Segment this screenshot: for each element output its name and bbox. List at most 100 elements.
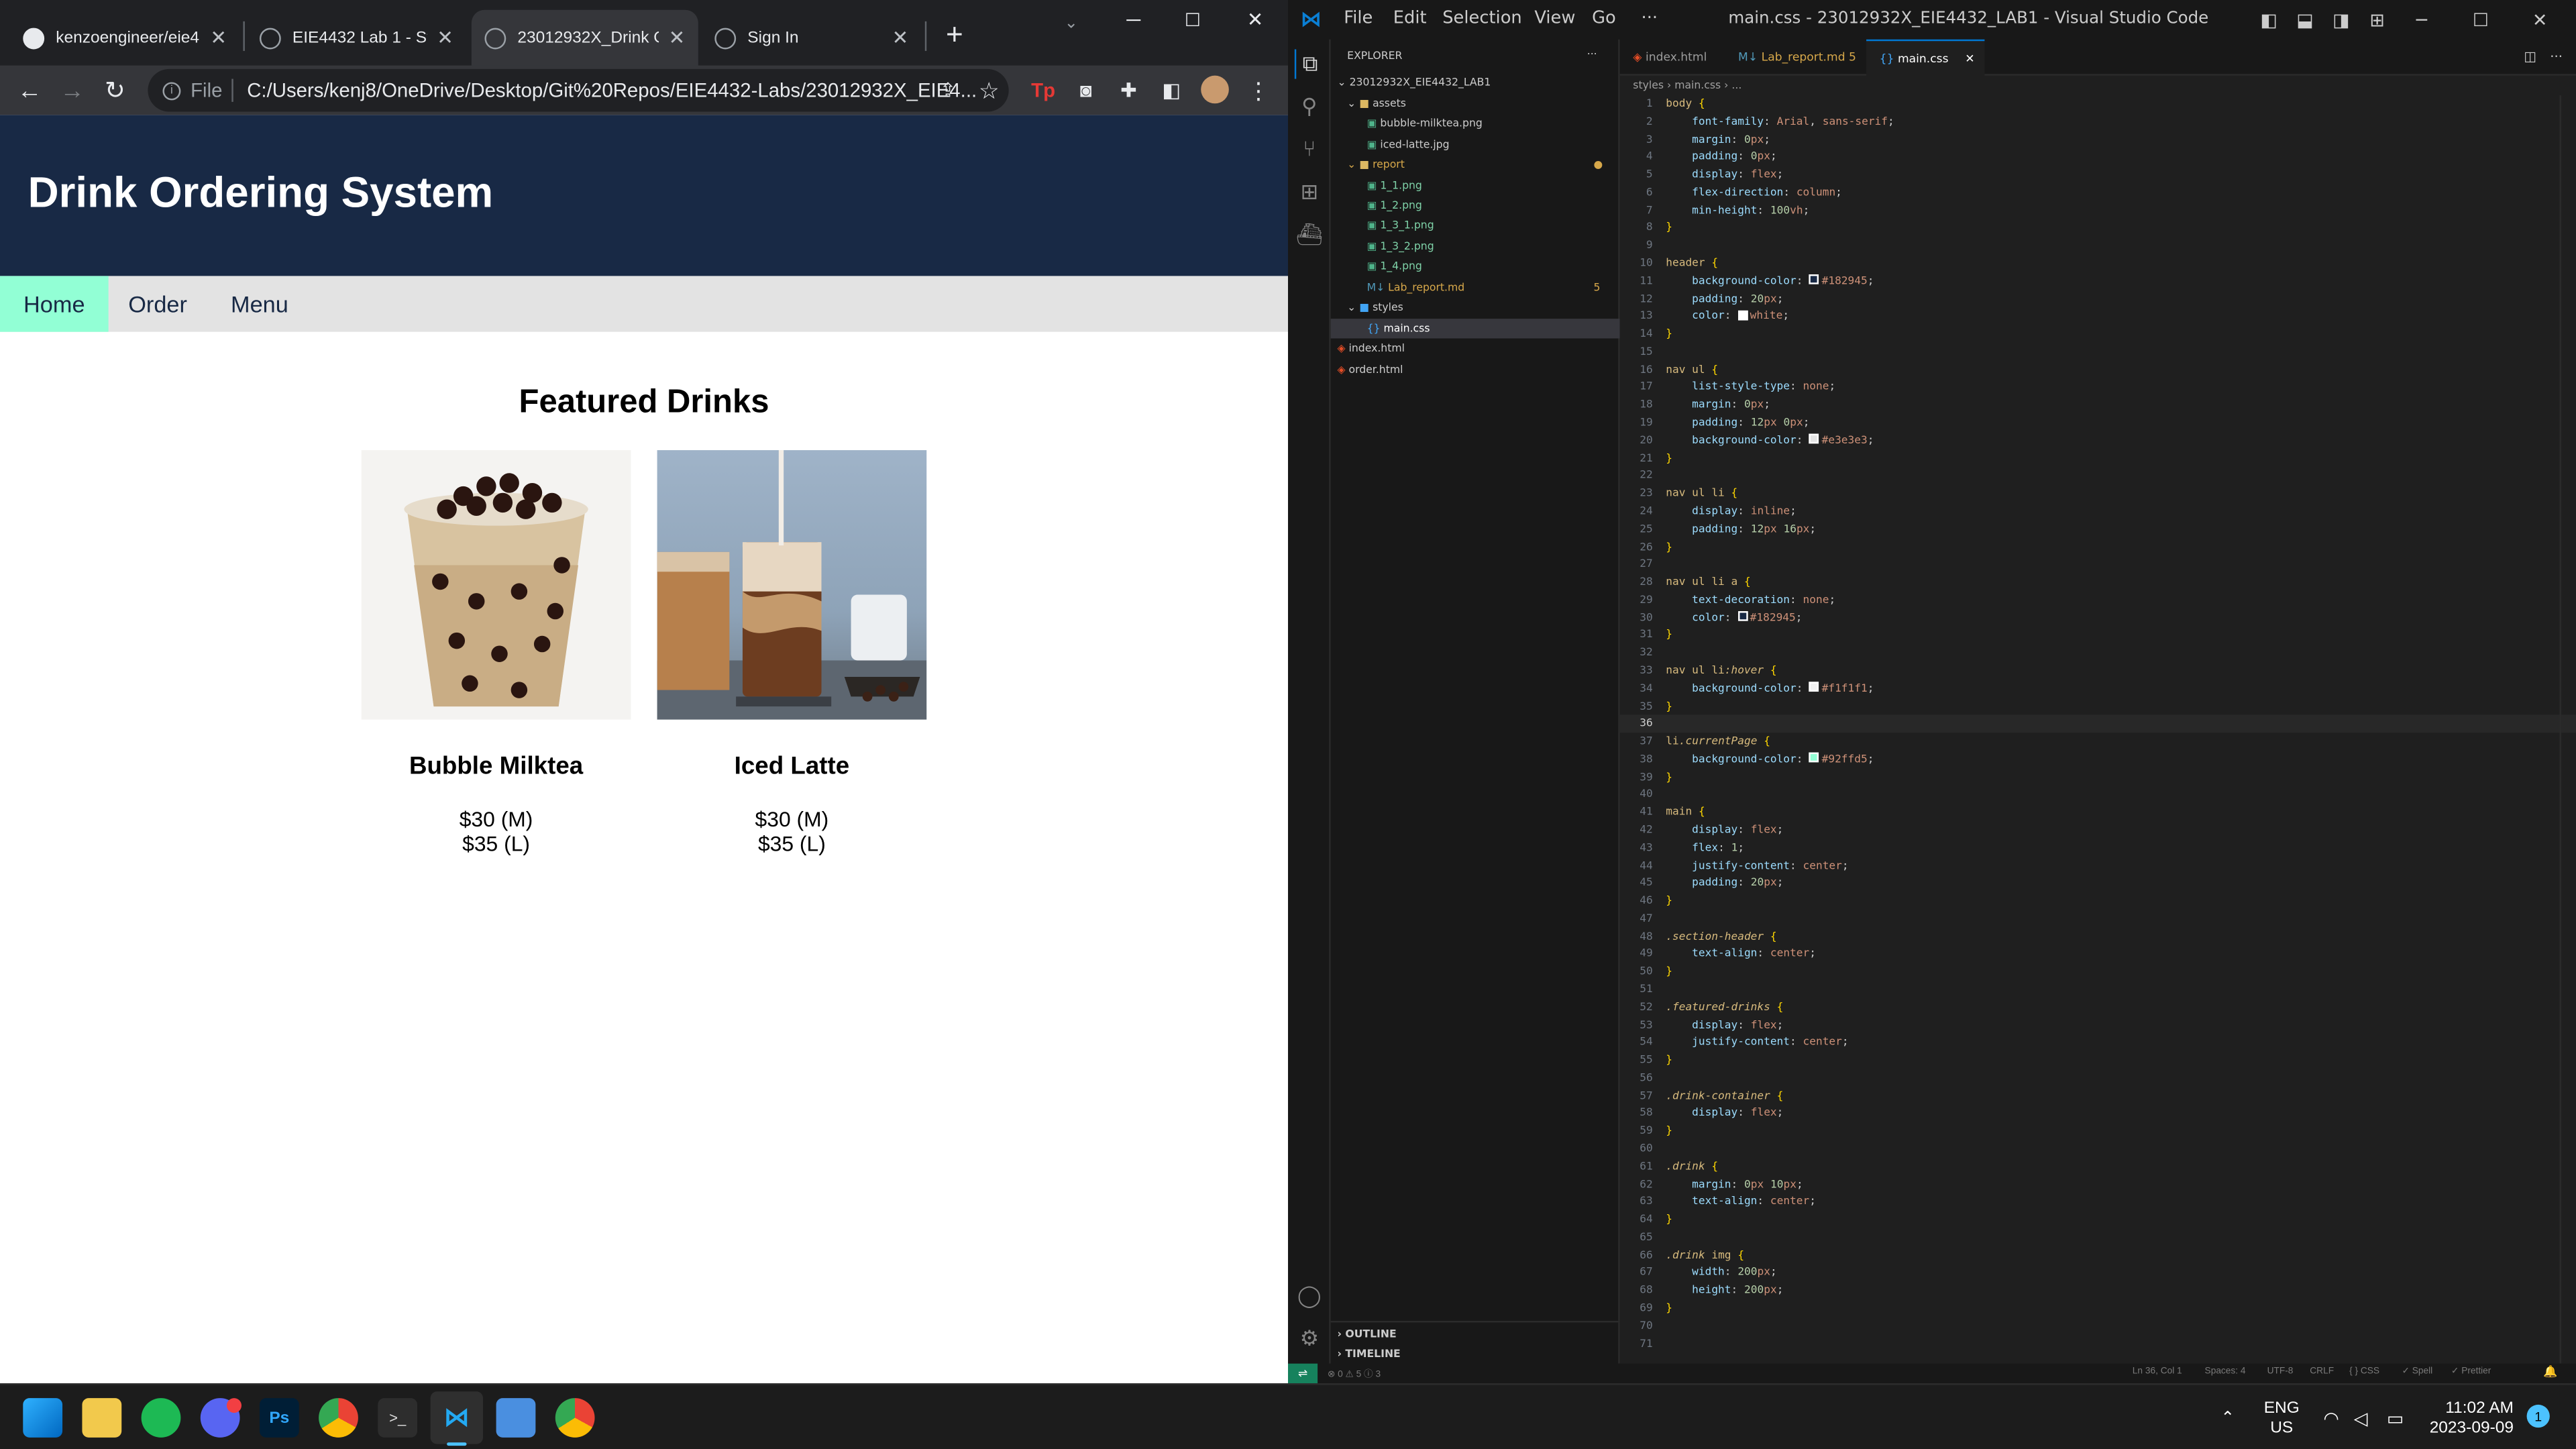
code-line[interactable]: 11 background-color: #182945;: [1620, 272, 2576, 290]
split-editor-icon[interactable]: ◫: [2520, 46, 2540, 66]
battery-icon[interactable]: ▭: [2382, 1405, 2408, 1431]
editor-scrollbar[interactable]: [2559, 95, 2576, 1364]
spell-check[interactable]: ✓ Spell: [2402, 1367, 2432, 1377]
code-line[interactable]: 48 .section-header {: [1620, 928, 2576, 945]
code-line[interactable]: 50}: [1620, 963, 2576, 981]
minimize-icon[interactable]: ─: [1117, 7, 1150, 33]
file-explorer-icon[interactable]: [82, 1398, 122, 1438]
indentation[interactable]: Spaces: 4: [2205, 1367, 2246, 1377]
file-order-html[interactable]: ◈ order.html: [1337, 360, 1403, 379]
file-1-2[interactable]: ▣ 1_2.png: [1367, 195, 1422, 215]
code-line[interactable]: 23 nav ul li {: [1620, 485, 2576, 502]
code-line[interactable]: 36: [1619, 715, 2576, 733]
chrome-profile-icon[interactable]: [555, 1398, 595, 1438]
settings-gear-icon[interactable]: ⚙: [1295, 1324, 1324, 1354]
code-line[interactable]: 24 display: inline;: [1620, 502, 2576, 520]
reload-icon[interactable]: ↻: [97, 72, 133, 109]
code-line[interactable]: 4 padding: 0px;: [1620, 148, 2576, 166]
code-line[interactable]: 12 padding: 20px;: [1620, 290, 2576, 307]
share-icon[interactable]: ⇪: [930, 72, 966, 109]
code-line[interactable]: 71: [1620, 1335, 2576, 1352]
accounts-icon[interactable]: ◯: [1295, 1281, 1324, 1311]
editor-tab-lab-report[interactable]: M↓ Lab_report.md 5: [1725, 40, 1869, 76]
forward-icon[interactable]: →: [54, 72, 91, 109]
search-icon[interactable]: ⚲: [1295, 92, 1324, 121]
nav-menu[interactable]: Menu: [207, 276, 313, 331]
file-1-3-2[interactable]: ▣ 1_3_2.png: [1367, 237, 1434, 256]
menu-go[interactable]: Go: [1592, 8, 1616, 28]
source-control-icon[interactable]: ⑂: [1295, 135, 1324, 164]
clock[interactable]: 11:02 AM 2023-09-09: [2425, 1400, 2514, 1440]
notepad-icon[interactable]: [496, 1398, 536, 1438]
code-line[interactable]: 37 li.currentPage {: [1620, 733, 2576, 750]
code-line[interactable]: 35}: [1620, 698, 2576, 715]
toggle-panel-icon[interactable]: ⬓: [2294, 8, 2316, 31]
menu-file[interactable]: File: [1344, 8, 1373, 28]
file-main-css[interactable]: {} main.css: [1330, 319, 1620, 339]
breadcrumb[interactable]: styles › main.css › ...: [1633, 76, 1741, 95]
bookmark-star-icon[interactable]: ☆: [971, 72, 1007, 109]
file-iced-latte[interactable]: ▣ iced-latte.jpg: [1367, 135, 1450, 154]
code-line[interactable]: 9: [1620, 237, 2576, 254]
code-line[interactable]: 3 margin: 0px;: [1620, 131, 2576, 148]
folder-styles[interactable]: ⌄ ■ styles: [1347, 297, 1403, 317]
side-panel-icon[interactable]: ◧: [1153, 72, 1189, 109]
nav-home[interactable]: Home: [0, 276, 109, 332]
close-icon[interactable]: ✕: [892, 26, 909, 49]
profile-avatar[interactable]: [1201, 75, 1229, 104]
encoding[interactable]: UTF-8: [2267, 1367, 2294, 1377]
code-line[interactable]: 38 background-color: #92ffd5;: [1620, 751, 2576, 768]
code-line[interactable]: 14}: [1620, 325, 2576, 343]
minimize-icon[interactable]: ─: [2408, 7, 2434, 33]
info-icon[interactable]: i: [162, 81, 181, 100]
menu-view[interactable]: View: [1534, 8, 1575, 28]
code-line[interactable]: 18 margin: 0px;: [1620, 396, 2576, 414]
code-line[interactable]: 66 .drink img {: [1620, 1246, 2576, 1264]
code-line[interactable]: 22: [1620, 467, 2576, 484]
editor-more-icon[interactable]: ···: [2546, 46, 2566, 66]
outline-section[interactable]: › OUTLINE: [1337, 1324, 1396, 1344]
nav-order[interactable]: Order: [109, 276, 207, 331]
code-line[interactable]: 40: [1620, 786, 2576, 804]
editor-tab-main-css[interactable]: {} main.css ✕: [1866, 39, 1985, 76]
code-line[interactable]: 13 color: white;: [1620, 308, 2576, 325]
menu-more[interactable]: ···: [1642, 8, 1658, 28]
code-line[interactable]: 60: [1620, 1140, 2576, 1158]
toggle-sidebar-icon[interactable]: ◧: [2257, 8, 2280, 31]
code-line[interactable]: 42 display: flex;: [1620, 821, 2576, 839]
browser-tab-github[interactable]: kenzoengineer/eie4 ✕: [10, 10, 240, 66]
code-line[interactable]: 54 justify-content: center;: [1620, 1034, 2576, 1051]
file-index-html[interactable]: ◈ index.html: [1337, 338, 1404, 358]
maximize-icon[interactable]: ☐: [1176, 7, 1209, 33]
prettier[interactable]: ✓ Prettier: [2451, 1367, 2491, 1377]
extensions-icon[interactable]: ⊞: [1295, 177, 1324, 207]
code-line[interactable]: 52 .featured-drinks {: [1620, 998, 2576, 1016]
wifi-icon[interactable]: ◠: [2320, 1405, 2343, 1431]
folder-report[interactable]: ⌄ ■ report: [1347, 154, 1405, 174]
close-window-icon[interactable]: ✕: [2527, 7, 2553, 33]
line-ending[interactable]: CRLF: [2310, 1367, 2334, 1377]
language-mode[interactable]: { } CSS: [2349, 1367, 2379, 1377]
code-line[interactable]: 29 text-decoration: none;: [1620, 591, 2576, 608]
notifications-icon[interactable]: 🔔: [2543, 1365, 2557, 1379]
code-line[interactable]: 27: [1620, 555, 2576, 573]
browser-tab-sign-in[interactable]: Sign In ✕: [702, 10, 922, 66]
explorer-more-icon[interactable]: ···: [1587, 44, 1597, 64]
code-line[interactable]: 19 padding: 12px 0px;: [1620, 414, 2576, 431]
code-line[interactable]: 64}: [1620, 1211, 2576, 1228]
file-1-3-1[interactable]: ▣ 1_3_1.png: [1367, 215, 1434, 235]
code-line[interactable]: 28 nav ul li a {: [1620, 574, 2576, 591]
code-line[interactable]: 1 body {: [1620, 95, 2576, 113]
photoshop-icon[interactable]: Ps: [259, 1398, 299, 1438]
code-line[interactable]: 46}: [1620, 892, 2576, 910]
chrome-icon[interactable]: [319, 1398, 358, 1438]
remote-icon[interactable]: ⇌: [1288, 1363, 1318, 1384]
code-line[interactable]: 63 text-align: center;: [1620, 1193, 2576, 1211]
code-line[interactable]: 56: [1620, 1069, 2576, 1087]
code-line[interactable]: 67 width: 200px;: [1620, 1264, 2576, 1281]
code-line[interactable]: 26}: [1620, 538, 2576, 555]
volume-icon[interactable]: ◁: [2349, 1405, 2372, 1431]
code-line[interactable]: 53 display: flex;: [1620, 1016, 2576, 1034]
code-line[interactable]: 61 .drink {: [1620, 1158, 2576, 1175]
problems-indicator[interactable]: ⊗ 0 ⚠ 5 ⓘ 3: [1328, 1367, 1381, 1380]
